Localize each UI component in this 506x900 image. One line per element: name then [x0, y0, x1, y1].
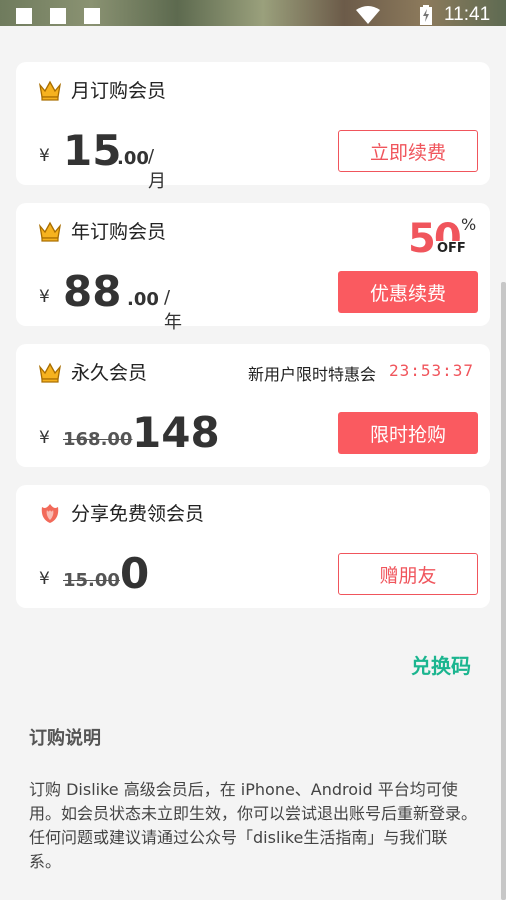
- notification-icon: [16, 8, 32, 24]
- clock: 11:41: [444, 4, 491, 25]
- price-decimal: .00: [127, 289, 159, 310]
- currency-symbol: ¥: [39, 428, 50, 448]
- battery-icon: [420, 5, 432, 25]
- plan-title: 分享免费领会员: [71, 503, 205, 525]
- price-unit: /年: [164, 287, 182, 333]
- discount-renew-button[interactable]: 优惠续费: [338, 271, 478, 313]
- price-unit: /月: [148, 146, 166, 192]
- currency-symbol: ¥: [39, 287, 50, 307]
- scrollbar[interactable]: [501, 282, 506, 900]
- renew-button[interactable]: 立即续费: [338, 130, 478, 172]
- discount-badge: 50 % OFF: [408, 215, 478, 261]
- wifi-icon: [356, 6, 380, 24]
- plan-card-share: 分享免费领会员 ¥ 15.00 0 赠朋友: [16, 485, 490, 608]
- plan-card-lifetime: 永久会员 新用户限时特惠会 23:53:37 ¥ 168.00 148 限时抢购: [16, 344, 490, 467]
- plan-title: 年订购会员: [71, 221, 167, 243]
- plan-title: 永久会员: [71, 362, 148, 384]
- plan-card-monthly: 月订购会员 ¥ 15 .00 /月 立即续费: [16, 62, 490, 192]
- flash-sale-button[interactable]: 限时抢购: [338, 412, 478, 454]
- crown-icon: [38, 80, 62, 101]
- crown-icon: [38, 362, 62, 383]
- status-bar: 11:41: [0, 0, 506, 26]
- price-decimal: .00: [117, 148, 149, 169]
- sale-price: 148: [132, 408, 220, 457]
- promo-text: 新用户限时特惠会: [248, 365, 377, 384]
- sale-price: 0: [120, 549, 150, 598]
- notification-icon: [50, 8, 66, 24]
- price-integer: 15: [63, 126, 122, 175]
- currency-symbol: ¥: [39, 569, 50, 589]
- plan-title: 月订购会员: [71, 80, 167, 102]
- original-price: 15.00: [63, 570, 120, 591]
- plan-card-yearly: 年订购会员 50 % OFF ¥ 88 .00 /年 优惠续费: [16, 203, 490, 333]
- notes-body: 订购 Dislike 高级会员后，在 iPhone、Android 平台均可使用…: [29, 780, 478, 871]
- rose-icon: [41, 504, 59, 523]
- countdown-timer: 23:53:37: [389, 361, 475, 380]
- gift-friend-button[interactable]: 赠朋友: [338, 553, 478, 595]
- discount-off-label: OFF: [436, 241, 467, 256]
- crown-icon: [38, 221, 62, 242]
- price-integer: 88: [63, 267, 122, 316]
- notification-icon: [84, 8, 100, 24]
- discount-percent: %: [461, 215, 477, 234]
- currency-symbol: ¥: [39, 146, 50, 166]
- redeem-code-link[interactable]: 兑换码: [411, 650, 471, 679]
- notes-title: 订购说明: [29, 728, 101, 749]
- original-price: 168.00: [63, 429, 133, 450]
